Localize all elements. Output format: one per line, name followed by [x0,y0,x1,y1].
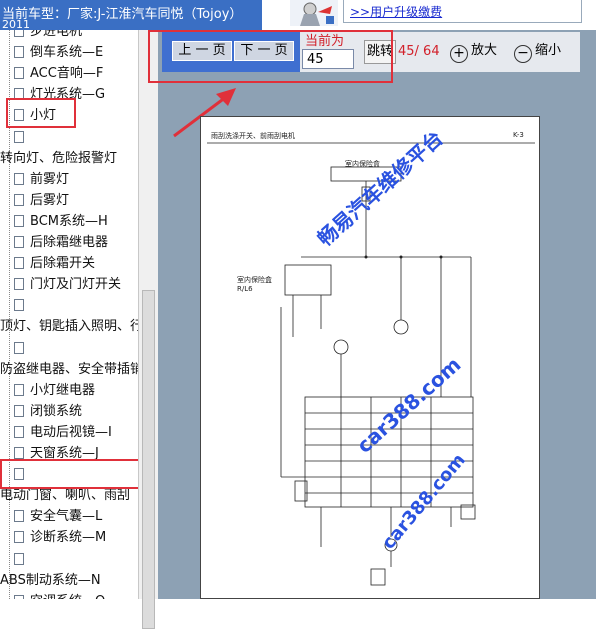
page-count: 45/ 64 [398,44,440,59]
upgrade-banner: >>用户升级缴费 [343,0,582,23]
document-icon [14,257,24,269]
tree-item-label: 小灯继电器 [30,383,96,398]
tree-item-label: 后雾灯 [30,193,70,208]
tree-item-label: 空调系统—O [30,594,105,599]
tree-item-label: 防盗继电器、安全带插销 [0,362,138,377]
document-icon [14,405,24,417]
document-icon [14,131,24,143]
tree-item[interactable]: 后雾灯 [14,191,69,211]
tree-item[interactable]: 电动后视镜—I [14,423,112,443]
document-icon [14,215,24,227]
zoom-in-label: 放大 [471,43,498,58]
top-header-bar: 当前车型：厂家:J-江淮汽车同悦（Tojoy） 2011 [0,0,262,30]
tree-item-label: ABS制动系统—N [0,573,101,588]
tree-item-label: BCM系统—H [30,214,108,229]
scrollbar-thumb[interactable] [142,290,155,629]
zoom-out-icon: − [514,45,532,63]
document-icon [14,447,24,459]
tree-item[interactable]: 后除霜开关 [14,254,95,274]
document-icon [14,299,24,311]
document-icon [14,46,24,58]
zoom-in-button[interactable]: + 放大 [450,40,498,63]
tree-item[interactable]: 门灯及门灯开关 [14,275,121,295]
document-icon [14,236,24,248]
tree-item[interactable]: 闭锁系统 [14,402,82,422]
tree-item-label: 前雾灯 [30,172,70,187]
tree-item-label: ACC音响—F [30,66,104,81]
toolbar-callout-box [148,30,393,83]
tree-item[interactable] [14,296,30,316]
document-icon [14,173,24,185]
tree-item[interactable]: 小灯继电器 [14,381,95,401]
zoom-out-button[interactable]: − 缩小 [514,40,562,63]
tree-item-label: 后除霜开关 [30,256,96,271]
tree-item-label: 转向灯、危险报警灯 [0,151,118,166]
tree-item[interactable]: 安全气囊—L [14,507,102,527]
document-icon [14,426,24,438]
tree-item[interactable]: 步进电机 [14,30,82,42]
tree-item-label: 电动门窗、喇叭、雨刮 [0,488,131,503]
tree-item[interactable]: 空调系统—O [14,592,105,599]
document-icon [14,30,24,37]
document-icon [14,553,24,565]
upgrade-payment-link[interactable]: >>用户升级缴费 [350,3,442,20]
tree-item[interactable]: 顶灯、钥匙插入照明、行 [0,317,138,337]
wiring-diagram-page: 雨刮洗涤开关、前雨刮电机 K-3 室内保险盒 室内保险盒 R/L6 [200,116,540,599]
tree-item-label: 顶灯、钥匙插入照明、行 [0,319,138,334]
document-icon [14,384,24,396]
document-icon [14,194,24,206]
tree-item-label: 倒车系统—E [30,45,104,60]
tree-item-label: 闭锁系统 [30,404,83,419]
circuit-drawing [207,142,535,586]
tree-scrollbar[interactable] [138,30,159,629]
tree-item[interactable]: 诊断系统—M [14,528,106,548]
tree-item-label: 电动后视镜—I [30,425,112,440]
document-icon [14,531,24,543]
section-highlight [0,459,144,489]
tree-item[interactable]: 倒车系统—E [14,43,103,63]
document-icon [14,67,24,79]
document-icon [14,510,24,522]
tree-item[interactable] [14,339,30,359]
tree-item[interactable]: 前雾灯 [14,170,69,190]
tree-item-label: 安全气囊—L [30,509,103,524]
tree-item-label: 后除霜继电器 [30,235,109,250]
tree-item[interactable]: ABS制动系统—N [0,571,101,591]
car-model-year: 2011 [2,19,30,30]
tree-item-label: 步进电机 [30,30,83,39]
document-icon [14,342,24,354]
tree-item-label: 诊断系统—M [30,530,107,545]
tree-item-label: 门灯及门灯开关 [30,277,122,292]
tree-item[interactable]: BCM系统—H [14,212,108,232]
tree-item[interactable]: 转向灯、危险报警灯 [0,149,117,169]
tree-item[interactable]: 防盗继电器、安全带插销 [0,360,138,380]
mascot-logo-icon [290,0,338,26]
document-icon [14,278,24,290]
tree-item[interactable]: ACC音响—F [14,64,103,84]
tree-item[interactable]: 后除霜继电器 [14,233,108,253]
car-model-title: 当前车型：厂家:J-江淮汽车同悦（Tojoy） [2,7,243,22]
zoom-in-icon: + [450,45,468,63]
tree-item[interactable] [14,550,30,570]
selected-item-highlight [6,98,76,128]
tree-item[interactable] [14,128,30,148]
zoom-out-label: 缩小 [535,43,562,58]
tree-item[interactable]: 电动门窗、喇叭、雨刮 [0,486,130,506]
document-icon [14,595,24,599]
